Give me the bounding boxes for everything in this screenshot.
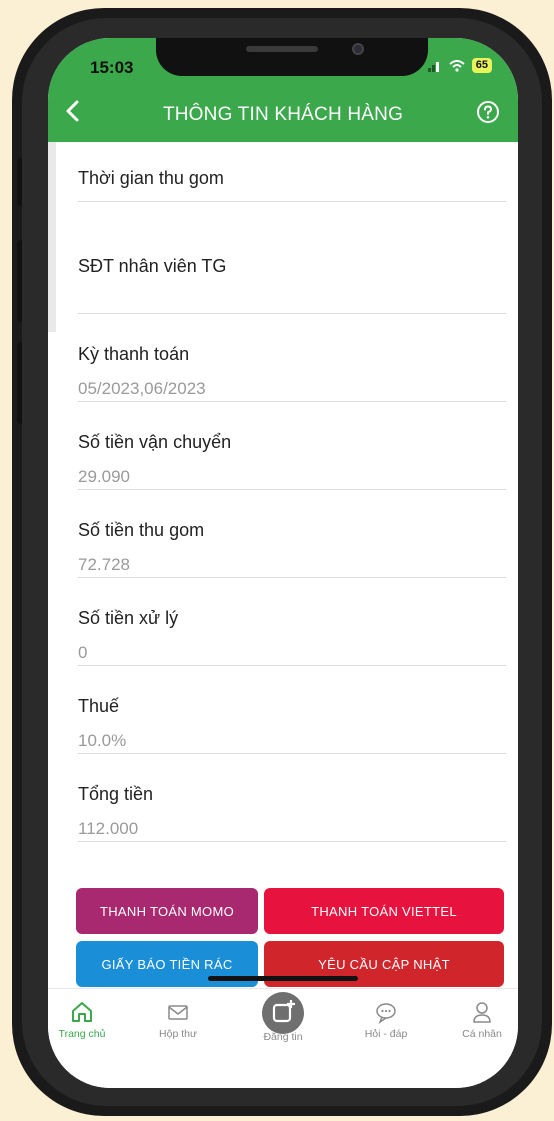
mail-icon xyxy=(168,1005,188,1020)
front-camera xyxy=(352,43,364,55)
nav-label: Hỏi - đáp xyxy=(364,1028,408,1040)
field-value: 112.000 xyxy=(78,819,139,838)
screen: 15:03 65 THÔNG TIN KHÁCH HÀNG Thời gian … xyxy=(48,38,518,1088)
nav-label: Trang chủ xyxy=(58,1028,106,1040)
field-label: Số tiền vận chuyển xyxy=(78,432,232,452)
pay-momo-button[interactable]: THANH TOÁN MOMO xyxy=(76,888,258,934)
bottom-navigation: Trang chủ Hộp thư Đăng tin Hỏi - đáp Cá … xyxy=(48,988,518,1088)
field-payment-period: Kỳ thanh toán 05/2023,06/2023 xyxy=(78,314,506,402)
field-label: SĐT nhân viên TG xyxy=(78,256,227,276)
field-label: Thời gian thu gom xyxy=(78,168,224,188)
field-value: 10.0% xyxy=(78,731,127,750)
field-total: Tổng tiền 112.000 xyxy=(78,754,506,842)
battery-indicator: 65 xyxy=(471,58,492,73)
customer-info-form: Thời gian thu gom SĐT nhân viên TG Kỳ th… xyxy=(48,142,518,988)
help-icon[interactable] xyxy=(476,100,500,124)
field-staff-phone: SĐT nhân viên TG xyxy=(78,202,506,314)
field-processing-fee: Số tiền xử lý 0 xyxy=(78,578,506,666)
field-transport-fee: Số tiền vận chuyển 29.090 xyxy=(78,402,506,490)
user-icon xyxy=(473,1002,491,1023)
field-label: Số tiền thu gom xyxy=(78,520,205,540)
notch xyxy=(156,38,428,76)
pay-viettel-button[interactable]: THANH TOÁN VIETTEL xyxy=(264,888,504,934)
nav-label: Cá nhân xyxy=(462,1028,502,1040)
nav-item-qa[interactable]: Hỏi - đáp xyxy=(346,999,426,1040)
speaker xyxy=(246,46,318,52)
field-value: 72.728 xyxy=(78,555,130,574)
nav-label: Hộp thư xyxy=(159,1028,197,1040)
field-label: Kỳ thanh toán xyxy=(78,344,190,364)
field-label: Thuế xyxy=(78,696,120,716)
field-collection-time: Thời gian thu gom xyxy=(78,142,506,202)
field-value: 0 xyxy=(78,643,88,662)
nav-item-profile[interactable]: Cá nhân xyxy=(442,999,518,1040)
signal-icon xyxy=(427,60,442,72)
chat-icon xyxy=(376,1003,396,1024)
status-icons: 65 xyxy=(427,58,492,73)
scroll-indicator xyxy=(48,142,56,332)
wifi-icon xyxy=(449,59,465,72)
home-indicator xyxy=(208,976,358,981)
field-label: Tổng tiền xyxy=(78,784,154,804)
nav-item-mailbox[interactable]: Hộp thư xyxy=(138,999,218,1040)
app-header: 15:03 65 THÔNG TIN KHÁCH HÀNG xyxy=(48,38,518,142)
status-time: 15:03 xyxy=(90,58,134,77)
nav-label: Đăng tin xyxy=(263,1031,303,1043)
field-collection-fee: Số tiền thu gom 72.728 xyxy=(78,490,506,578)
field-tax: Thuế 10.0% xyxy=(78,666,506,754)
nav-item-post[interactable]: Đăng tin xyxy=(243,991,323,1043)
field-label: Số tiền xử lý xyxy=(78,608,179,628)
field-value: 29.090 xyxy=(78,467,130,486)
page-title: THÔNG TIN KHÁCH HÀNG xyxy=(162,104,404,125)
post-icon xyxy=(262,992,304,1034)
home-icon xyxy=(72,1002,92,1022)
nav-item-home[interactable]: Trang chủ xyxy=(48,999,122,1040)
field-value: 05/2023,06/2023 xyxy=(78,379,206,398)
